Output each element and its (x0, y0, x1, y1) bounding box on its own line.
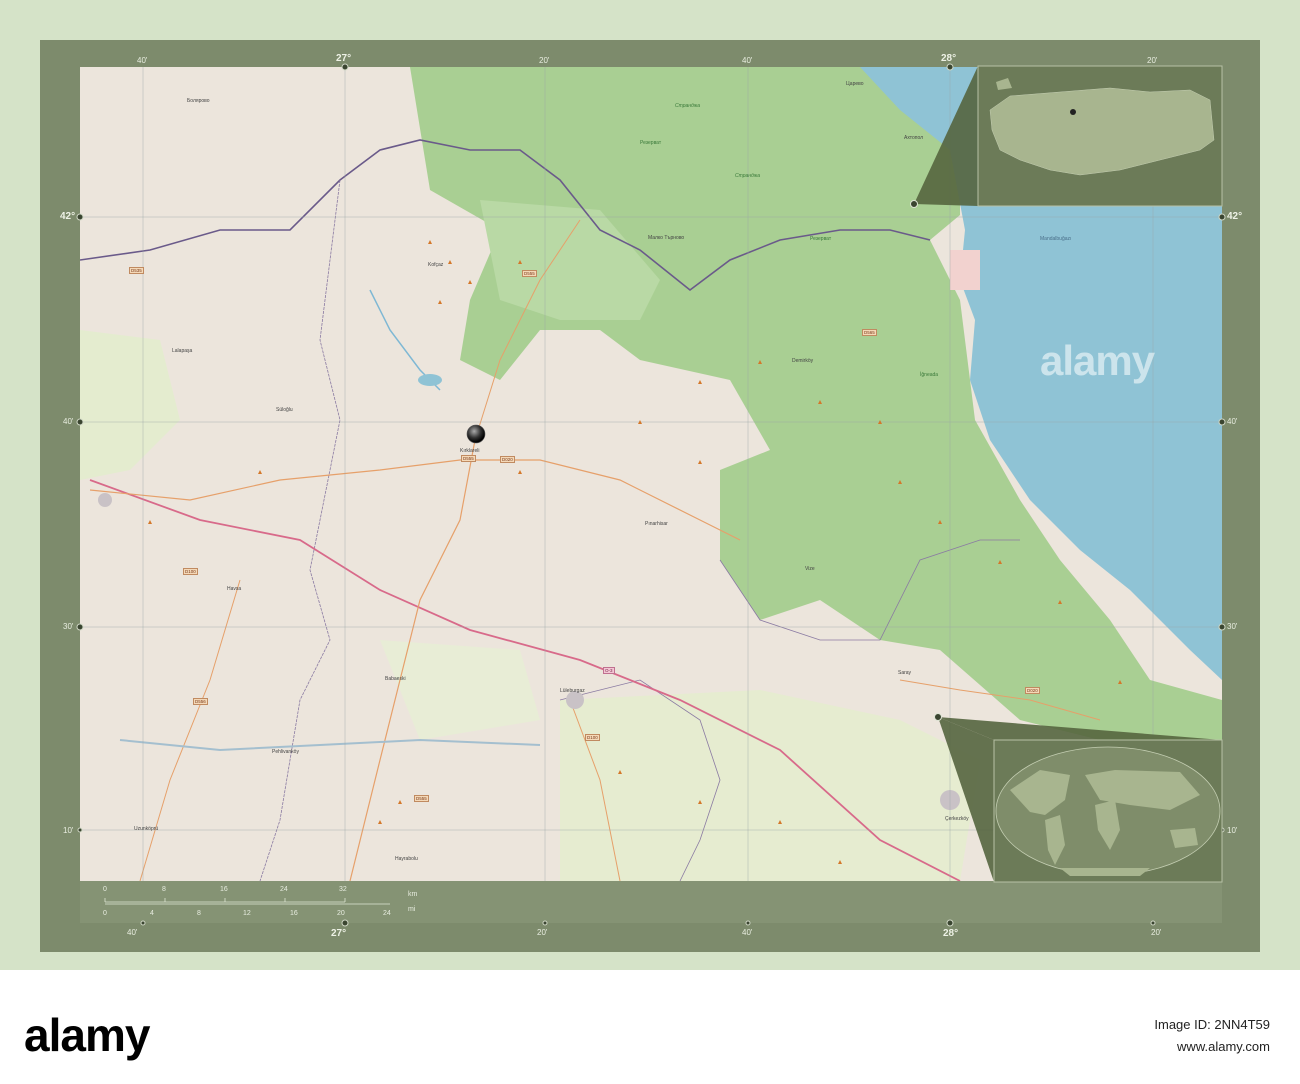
road-label-d555-south: D555 (414, 795, 429, 802)
road-label-d555-north: D555 (522, 270, 537, 277)
road-label-d020-east: D020 (1025, 687, 1040, 694)
place-hayrabolu: Hayrabolu (395, 856, 418, 862)
coord-bottom-1: 40' (127, 928, 138, 937)
scale-mi-24: 24 (383, 910, 391, 917)
place-rezervat-1: Резерват (810, 236, 832, 242)
coord-top-4: 40' (742, 56, 753, 65)
road-label-o3: O-3 (603, 667, 615, 674)
scale-mi-unit: mi (408, 906, 416, 913)
place-bolyarovo: Болярово (187, 98, 210, 104)
road-label-d555: D555 (461, 455, 476, 462)
scale-mi-20: 20 (337, 910, 345, 917)
scale-km-8: 8 (162, 886, 166, 893)
coord-top-6: 20' (1147, 56, 1158, 65)
place-ahtopol: Ахтопол (904, 135, 924, 141)
place-luleburgaz: Lüleburgaz (560, 688, 585, 694)
scale-km-unit: km (408, 891, 418, 898)
coord-bottom-3: 20' (537, 928, 548, 937)
coord-bottom-5: 28° (943, 928, 959, 939)
place-suloglu: Süloğlu (276, 407, 293, 413)
coord-top-1: 40' (137, 56, 148, 65)
place-vize: Vize (805, 566, 815, 572)
place-rezervat-2: Резерват (640, 140, 662, 146)
road-label-d020: D020 (500, 456, 515, 463)
footer-info: Image ID: 2NN4T59 www.alamy.com (1154, 1014, 1270, 1058)
road-label-d535: D535 (129, 267, 144, 274)
scale-mi-12: 12 (243, 910, 251, 917)
place-kirklareli: Kırklareli (460, 448, 480, 454)
town-area-edirne (98, 493, 112, 507)
place-tsarevo: Царево (846, 81, 864, 87)
place-strandzha-1: Странджа (675, 103, 701, 109)
coord-top-3: 20' (539, 56, 550, 65)
scale-mi-16: 16 (290, 910, 298, 917)
watermark: alamy (1040, 337, 1155, 384)
coord-left-2: 40' (63, 417, 74, 426)
place-lalapasa: Lalapaşa (172, 348, 193, 354)
scale-km-0: 0 (103, 886, 107, 893)
footer-logo: alamy (24, 1009, 150, 1061)
road-label-d556: D556 (193, 698, 208, 705)
footer-bar (0, 970, 1300, 1084)
scale-mi-4: 4 (150, 910, 154, 917)
place-strandzha-2: Странджа (735, 173, 761, 179)
pin-icon (466, 424, 486, 444)
coord-bottom-2: 27° (331, 928, 347, 939)
coord-bottom-4: 40' (742, 928, 753, 937)
map-canvas (76, 63, 1226, 927)
scale-km-24: 24 (280, 886, 288, 893)
coord-right-2: 40' (1227, 417, 1238, 426)
igneada-area (950, 250, 980, 290)
coord-left-1: 42° (60, 211, 76, 222)
lake (418, 374, 442, 386)
place-kofcaz: Kofçaz (428, 262, 444, 268)
place-babaeski: Babaeski (385, 676, 406, 682)
place-malko-tarnovo: Малко Търново (648, 235, 685, 241)
scale-km-32: 32 (339, 886, 347, 893)
place-igneada: İğneada (920, 372, 939, 378)
road-label-d100: D100 (585, 734, 600, 741)
coord-right-1: 42° (1227, 211, 1243, 222)
road-label-d565: D565 (862, 329, 877, 336)
place-pinarhisar: Pınarhisar (645, 521, 668, 527)
place-uzunkopru: Uzunköprü (134, 826, 159, 832)
scale-mi-0: 0 (103, 910, 107, 917)
road-label-d100-west: D100 (183, 568, 198, 575)
place-mandalbugazi: Mandalbuğazı (1040, 236, 1072, 242)
scale-mi-8: 8 (197, 910, 201, 917)
coord-top-5: 28° (941, 53, 957, 64)
place-pehlivankoy: Pehlivanköy (272, 749, 299, 755)
coord-left-3: 30' (63, 622, 74, 631)
coord-right-3: 30' (1227, 622, 1238, 631)
coord-bottom-6: 20' (1151, 928, 1162, 937)
coord-left-4: 10' (63, 826, 74, 835)
place-havsa: Havsa (227, 586, 242, 592)
coord-right-4: 10' (1227, 826, 1238, 835)
place-demirkoy: Demirköy (792, 358, 814, 364)
place-saray: Saray (898, 670, 912, 676)
site-url: www.alamy.com (1177, 1039, 1270, 1054)
place-cerkezkoy: Çerkezköy (945, 816, 969, 822)
image-id: Image ID: 2NN4T59 (1154, 1017, 1270, 1032)
scale-km-16: 16 (220, 886, 228, 893)
coord-top-2: 27° (336, 53, 352, 64)
